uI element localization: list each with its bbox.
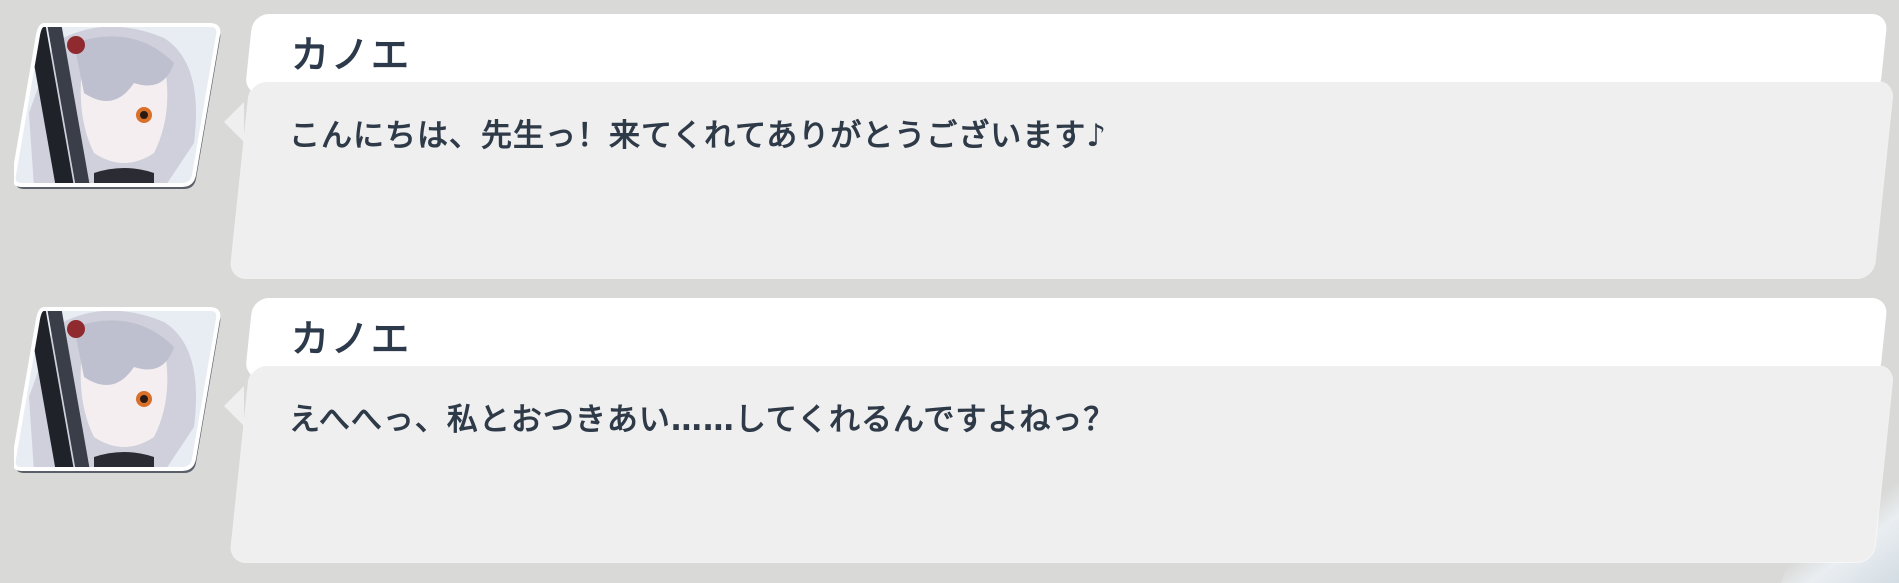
chat-message: カノエ えへへっ、私とおつきあい……してくれるんですよねっ？ [0,284,1899,562]
speaker-name: カノエ [291,33,412,77]
bubble-tail [224,386,244,426]
speaker-name: カノエ [291,317,412,361]
character-portrait-icon[interactable] [14,307,221,474]
bubble-tail [224,102,244,142]
message-text: えへへっ、私とおつきあい……してくれるんですよねっ？ [289,402,1116,438]
chat-message: カノエ こんにちは、先生っ！来てくれてありがとうございます♪ [0,0,1899,278]
character-portrait-icon[interactable] [14,23,221,190]
message-text: こんにちは、先生っ！来てくれてありがとうございます♪ [289,118,1107,154]
